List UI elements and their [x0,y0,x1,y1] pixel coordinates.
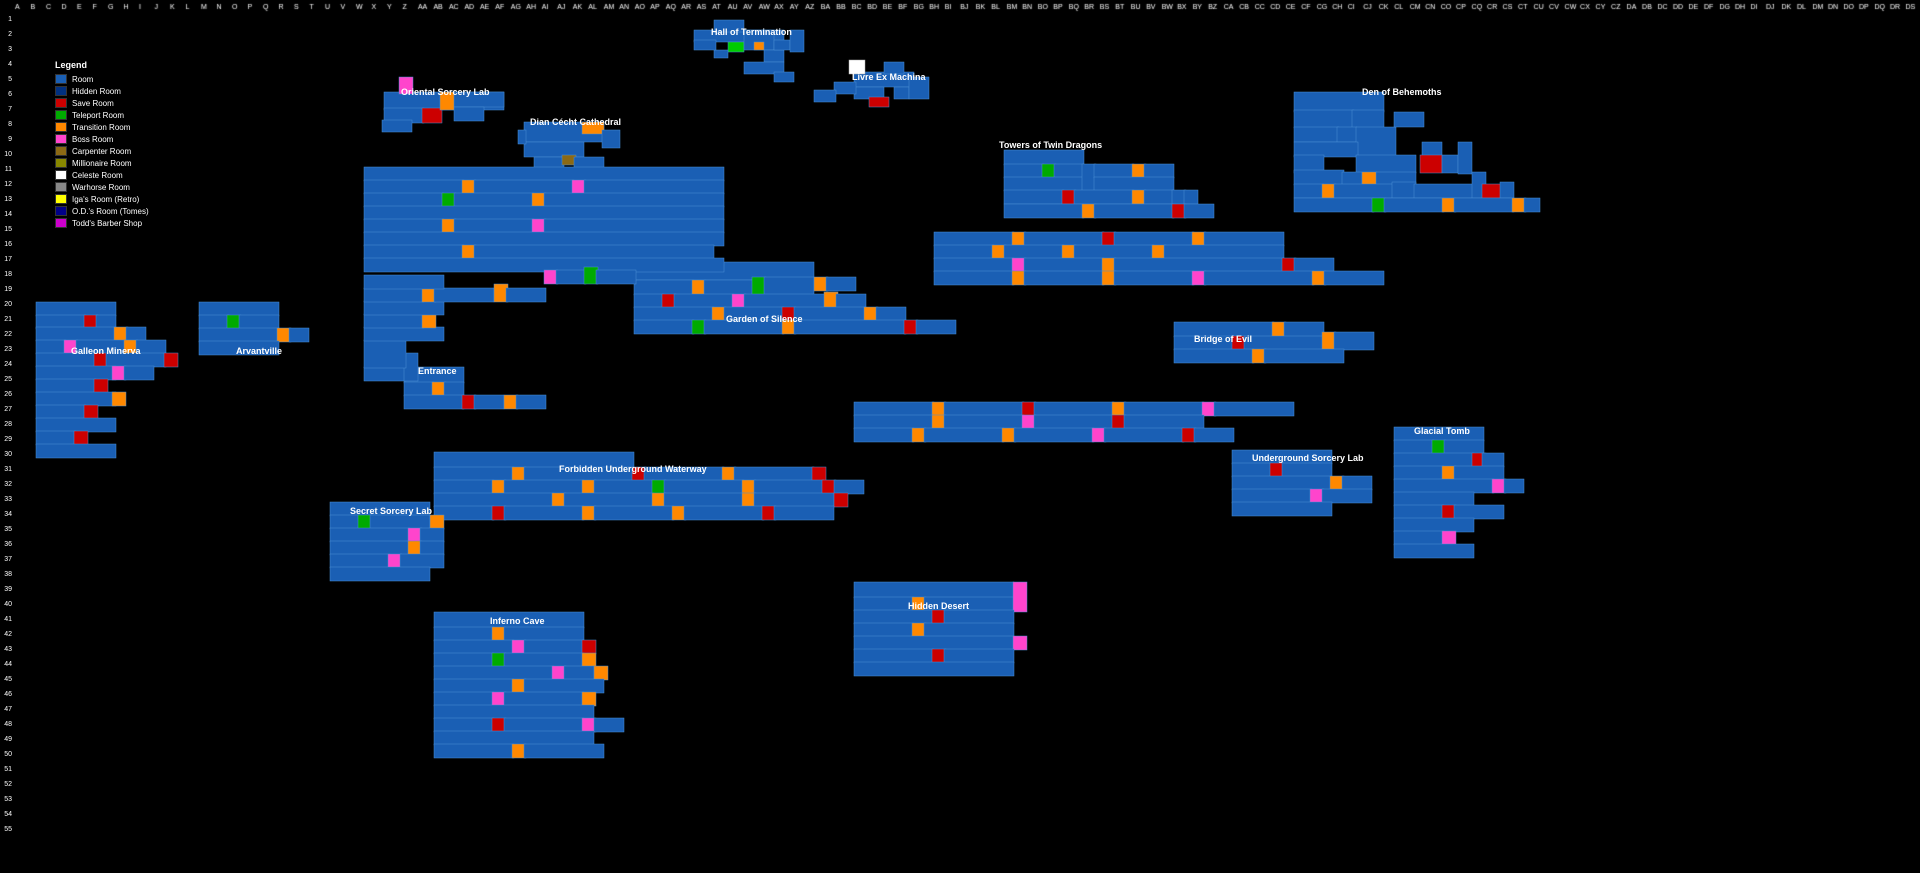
row-header: 46 [0,687,14,702]
row-header: 39 [0,582,14,597]
row-header: 32 [0,477,14,492]
row-header: 18 [0,267,14,282]
row-header: 38 [0,567,14,582]
row-header: 54 [0,807,14,822]
row-header: 24 [0,357,14,372]
map-svg: Hall of Termination Oriental Sorcery Lab… [14,12,1920,873]
row-header: 52 [0,777,14,792]
row-header: 8 [0,117,14,132]
row-header: 47 [0,702,14,717]
row-header: 30 [0,447,14,462]
svg-text:Secret Sorcery Lab: Secret Sorcery Lab [350,506,433,516]
row-header: 22 [0,327,14,342]
row-header: 2 [0,27,14,42]
svg-text:Towers of Twin Dragons: Towers of Twin Dragons [999,140,1102,150]
row-header: 45 [0,672,14,687]
row-header: 21 [0,312,14,327]
svg-text:Garden of Silence: Garden of Silence [726,314,803,324]
row-header: 36 [0,537,14,552]
row-header: 49 [0,732,14,747]
row-header: 55 [0,822,14,837]
svg-text:Oriental Sorcery Lab: Oriental Sorcery Lab [401,87,490,97]
svg-text:Hall of Termination: Hall of Termination [711,27,792,37]
row-header: 37 [0,552,14,567]
row-header: 40 [0,597,14,612]
row-header: 51 [0,762,14,777]
row-header: 4 [0,57,14,72]
row-header: 33 [0,492,14,507]
row-header: 10 [0,147,14,162]
row-header: 28 [0,417,14,432]
row-header: 34 [0,507,14,522]
svg-text:Entrance: Entrance [418,366,457,376]
row-header: 14 [0,207,14,222]
row-header: 31 [0,462,14,477]
row-header: 29 [0,432,14,447]
row-header: 23 [0,342,14,357]
svg-text:Underground Sorcery Lab: Underground Sorcery Lab [1252,453,1364,463]
row-header: 26 [0,387,14,402]
row-header: 20 [0,297,14,312]
row-header: 15 [0,222,14,237]
row-header: 19 [0,282,14,297]
row-header: 11 [0,162,14,177]
svg-text:Arvantville: Arvantville [236,346,282,356]
row-header: 16 [0,237,14,252]
svg-text:Dian Cécht Cathedral: Dian Cécht Cathedral [530,117,621,127]
row-header: 41 [0,612,14,627]
svg-text:Livre Ex Machina: Livre Ex Machina [852,72,927,82]
row-header: 48 [0,717,14,732]
row-header: 27 [0,402,14,417]
row-header: 1 [0,12,14,27]
row-header: 9 [0,132,14,147]
svg-text:Galleon Minerva: Galleon Minerva [71,346,142,356]
row-header: 3 [0,42,14,57]
row-header: 53 [0,792,14,807]
row-header: 13 [0,192,14,207]
row-header: 42 [0,627,14,642]
row-header: 43 [0,642,14,657]
row-header: 12 [0,177,14,192]
row-header: 35 [0,522,14,537]
map-container: 1234567891011121314151617181920212223242… [0,0,1920,873]
svg-text:Hidden Desert: Hidden Desert [908,601,969,611]
row-header: 17 [0,252,14,267]
svg-text:Forbidden Underground Waterway: Forbidden Underground Waterway [559,464,707,474]
svg-text:Glacial Tomb: Glacial Tomb [1414,426,1470,436]
svg-text:Inferno Cave: Inferno Cave [490,616,545,626]
row-header: 7 [0,102,14,117]
row-header: 44 [0,657,14,672]
row-header: 25 [0,372,14,387]
svg-text:Bridge of Evil: Bridge of Evil [1194,334,1252,344]
row-header: 5 [0,72,14,87]
row-header: 50 [0,747,14,762]
row-headers: 1234567891011121314151617181920212223242… [0,12,14,837]
svg-text:Den of Behemoths: Den of Behemoths [1362,87,1442,97]
row-header: 6 [0,87,14,102]
